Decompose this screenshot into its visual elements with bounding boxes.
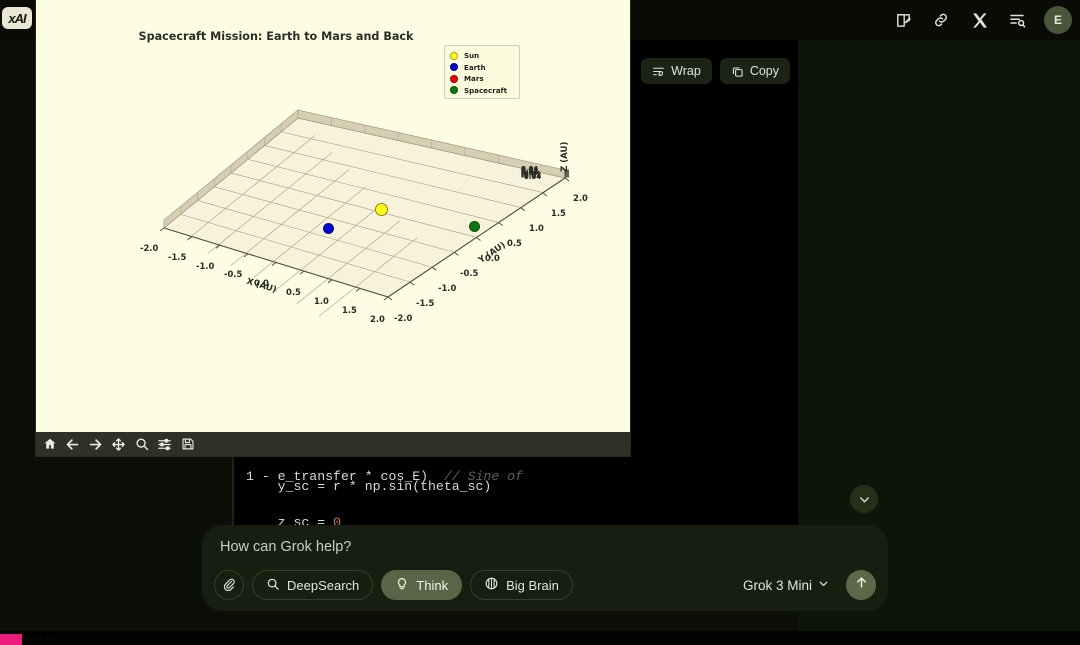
back-arrow-icon[interactable] (63, 435, 82, 454)
x-tick-label: 1.5 (342, 305, 357, 315)
os-taskbar (0, 631, 1080, 645)
axes-3d-svg (159, 109, 570, 317)
data-point-spacecraft (469, 221, 480, 232)
deepsearch-button[interactable]: DeepSearch (252, 570, 374, 600)
y-tick-label: -1.5 (416, 298, 435, 308)
arrow-up-icon (854, 575, 869, 595)
copy-button[interactable]: Copy (719, 58, 790, 84)
taskbar-accent (0, 634, 22, 645)
code-text-lower: y_sc = r * np.sin(theta_sc) z_sc = 0 eli… (246, 460, 626, 525)
figure-canvas: Spacecraft Mission: Earth to Mars and Ba… (36, 0, 630, 432)
x-tick-label: -1.5 (168, 252, 187, 262)
y-tick-label: 1.0 (529, 223, 544, 233)
xai-logo-text: xAI (8, 10, 26, 26)
search-list-icon[interactable] (1004, 7, 1030, 33)
x-tick-label: 0.5 (286, 287, 301, 297)
deepsearch-label: DeepSearch (287, 577, 360, 593)
chat-input[interactable]: How can Grok help? (220, 539, 351, 555)
x-tick-label: -1.0 (196, 261, 215, 271)
x-logo-icon[interactable] (966, 7, 992, 33)
save-disk-icon[interactable] (178, 435, 197, 454)
home-icon[interactable] (40, 435, 59, 454)
data-point-sun (375, 203, 388, 216)
code-block-actions: Wrap Copy (641, 58, 790, 84)
y-tick-label: -2.0 (394, 313, 413, 323)
zoom-magnifier-icon[interactable] (132, 435, 151, 454)
think-button[interactable]: Think (381, 570, 463, 600)
search-icon (266, 577, 280, 594)
y-tick-label: 0.5 (507, 238, 522, 248)
scroll-to-bottom-button[interactable] (850, 485, 878, 513)
attach-button[interactable] (214, 570, 244, 600)
chevron-down-icon (817, 577, 830, 593)
x-tick-label: -2.0 (140, 243, 159, 253)
z-tick-label: 0.04 (521, 165, 539, 173)
compose-icon[interactable] (890, 7, 916, 33)
y-tick-label: -0.5 (460, 268, 479, 278)
y-tick-label: 2.0 (573, 193, 588, 203)
lightbulb-icon (395, 577, 409, 594)
x-tick-label: 1.0 (314, 296, 329, 306)
big-brain-label: Big Brain (506, 577, 559, 593)
code-line: y_sc = r * np.sin(theta_sc) (246, 479, 492, 494)
x-tick-label: -0.5 (224, 269, 243, 279)
x-tick-label: 2.0 (370, 314, 385, 324)
big-brain-button[interactable]: Big Brain (470, 570, 573, 600)
xai-logo-badge[interactable]: xAI (2, 7, 32, 29)
forward-arrow-icon[interactable] (86, 435, 105, 454)
axes-3d[interactable]: -2.0 -1.5 -1.0 -0.5 0.0 0.5 1.0 1.5 2.0 … (36, 0, 630, 432)
paperclip-icon (222, 577, 236, 594)
copy-label: Copy (749, 64, 779, 78)
chat-composer[interactable]: How can Grok help? DeepSearch Think Big … (202, 525, 888, 611)
code-line: z_sc = 0 (246, 515, 341, 525)
pan-move-icon[interactable] (109, 435, 128, 454)
taskbar-text: · · · · · (27, 634, 54, 643)
matplotlib-figure-window: Spacecraft Mission: Earth to Mars and Ba… (36, 0, 630, 456)
configure-subplots-icon[interactable] (155, 435, 174, 454)
think-label: Think (416, 577, 449, 593)
brain-icon (484, 576, 499, 594)
composer-toolbar: DeepSearch Think Big Brain Grok 3 Mini (214, 569, 876, 601)
data-point-earth (323, 223, 334, 234)
wrap-button[interactable]: Wrap (641, 58, 712, 84)
user-avatar[interactable]: E (1044, 6, 1072, 34)
wrap-label: Wrap (671, 64, 701, 78)
screen-root: xAI G (0, 0, 1080, 645)
y-tick-label: -1.0 (438, 283, 457, 293)
send-button[interactable] (846, 570, 876, 600)
top-icon-bar: E (890, 6, 1072, 34)
y-tick-label: 1.5 (551, 208, 566, 218)
link-icon[interactable] (928, 7, 954, 33)
matplotlib-nav-toolbar (36, 432, 630, 456)
z-axis-label: Z (AU) (560, 141, 570, 172)
model-selector[interactable]: Grok 3 Mini (743, 577, 830, 593)
model-name: Grok 3 Mini (742, 577, 812, 593)
